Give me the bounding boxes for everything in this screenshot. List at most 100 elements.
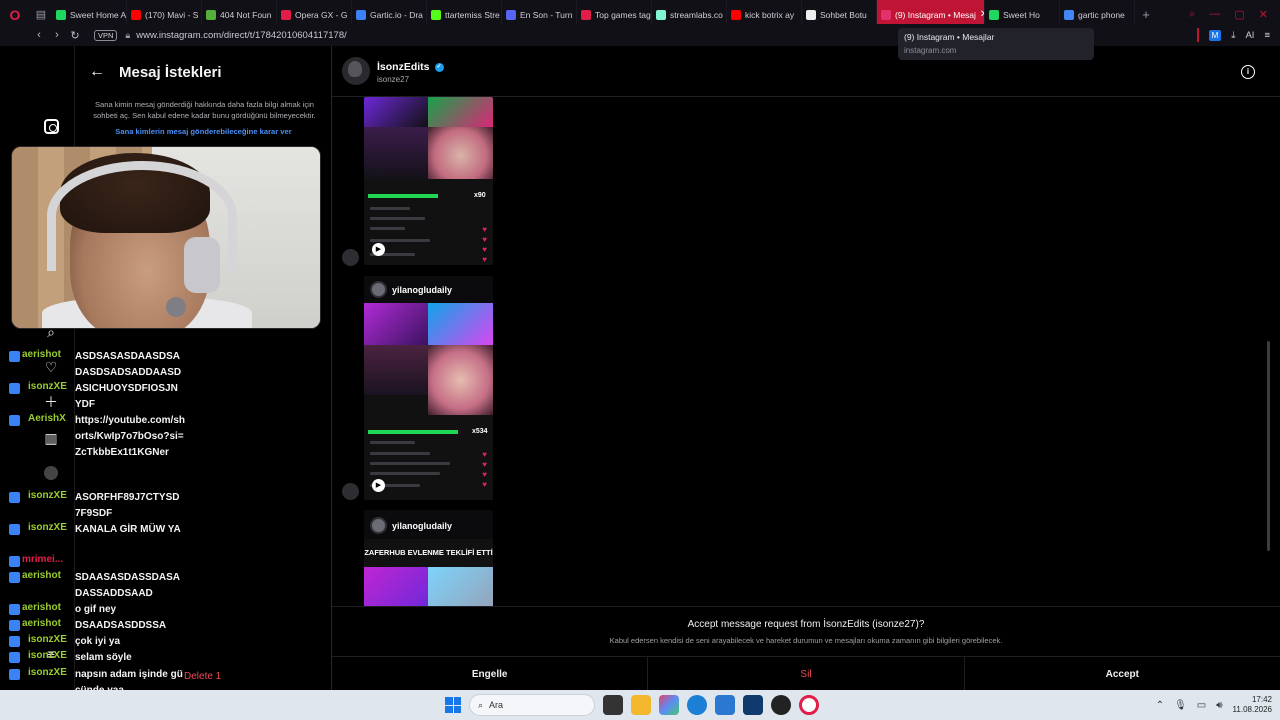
- shared-reel[interactable]: yilanogludaily ZAFERHUB EVLENME TEKLİFİ …: [364, 510, 493, 610]
- vpn-badge[interactable]: VPN: [94, 29, 118, 41]
- search-tabs-icon[interactable]: ⌕: [1189, 8, 1195, 21]
- instagram-logo-icon[interactable]: [44, 119, 59, 134]
- tab-favicon-icon: [506, 9, 516, 20]
- obs-icon[interactable]: [771, 695, 791, 715]
- network-icon[interactable]: ▭: [1197, 700, 1206, 711]
- delete-button[interactable]: Sil: [648, 657, 965, 691]
- chat-username: mrimei...: [22, 554, 64, 565]
- tooltip-domain: instagram.com: [904, 46, 957, 55]
- tab-favicon-icon: [581, 9, 591, 20]
- copilot-icon[interactable]: [659, 695, 679, 715]
- chat-username: aerishot: [22, 618, 61, 629]
- instagram-sidebar: ⌕ ♡ ＋ ▥ ≡: [0, 46, 75, 690]
- chat-username: isonze27: [377, 75, 410, 84]
- chat-badge-icon: [9, 492, 20, 503]
- minimize-icon[interactable]: —: [1209, 8, 1220, 21]
- edge-icon[interactable]: [687, 695, 707, 715]
- taskbar-search[interactable]: ⌕ Ara: [469, 694, 595, 716]
- play-icon[interactable]: ▶: [372, 479, 385, 492]
- reel-author[interactable]: yilanogludaily: [364, 276, 493, 303]
- tab-favicon-icon: [989, 9, 999, 20]
- reload-icon[interactable]: ↻: [66, 29, 84, 42]
- tab-label: (9) Instagram • Mesaj: [895, 9, 976, 20]
- play-icon[interactable]: ▶: [372, 243, 385, 256]
- chat-username: isonzXE: [28, 522, 67, 533]
- tab-label: Gartic.io - Dra: [370, 9, 423, 20]
- requests-title: Mesaj İstekleri: [119, 63, 222, 81]
- reel-author-name: yilanogludaily: [392, 284, 453, 295]
- accept-button[interactable]: Accept: [965, 657, 1280, 691]
- volume-icon[interactable]: 🔊︎: [1216, 700, 1222, 711]
- sender-avatar[interactable]: [342, 249, 359, 266]
- download-icon[interactable]: ⤓: [1231, 30, 1235, 41]
- back-icon[interactable]: ‹: [30, 29, 48, 41]
- tab-label: Top games tag: [595, 9, 651, 20]
- tab-tooltip: (9) Instagram • Mesajlar instagram.com: [898, 28, 1094, 60]
- reaction-hearts-icon: ♥ ♥ ♥ ♥: [482, 225, 487, 264]
- shared-reel[interactable]: x90 ♥ ♥ ♥ ♥ ▶: [364, 97, 493, 265]
- chat-name[interactable]: İsonzEdits: [377, 61, 430, 73]
- chat-panel: İsonzEdits ✓ isonze27 i x90 ♥ ♥ ♥ ♥ ▶ yilan…: [332, 46, 1280, 691]
- accept-title: Accept message request from İsonzEdits (…: [687, 619, 925, 630]
- chat-message: ASDSASASDAASDSA DASDSADSADDAASD: [75, 351, 182, 378]
- ai-button[interactable]: AI: [1245, 30, 1254, 41]
- reel-author-avatar: [370, 281, 387, 298]
- opera-gx-icon[interactable]: [799, 695, 819, 715]
- menu-icon[interactable]: ≡: [1264, 30, 1270, 41]
- clock-time: 17:42: [1251, 695, 1272, 704]
- shared-reel[interactable]: yilanogludaily x534 ♥ ♥ ♥ ♥ ▶: [364, 276, 493, 500]
- requests-settings-link[interactable]: Sana kimlerin mesaj gönderebileceğine ka…: [75, 127, 332, 136]
- tab-label: streamlabs.co: [670, 9, 723, 20]
- reel-author-name: yilanogludaily: [392, 520, 453, 531]
- microphone-icon[interactable]: 🎙︎: [1174, 700, 1187, 711]
- back-arrow-icon[interactable]: ←: [89, 63, 105, 81]
- new-tab-button[interactable]: +: [1135, 7, 1157, 22]
- start-menu-icon[interactable]: [445, 697, 461, 713]
- chat-username: isonzXE: [28, 667, 67, 678]
- chat-badge-icon: [9, 556, 20, 567]
- chat-badge-icon: [9, 620, 20, 631]
- tab-label: Sweet Ho: [1003, 9, 1040, 20]
- file-explorer-icon[interactable]: [631, 695, 651, 715]
- dashboard-icon[interactable]: ▥: [43, 430, 59, 446]
- webcam-overlay: [11, 146, 321, 329]
- close-window-icon[interactable]: ✕: [1259, 8, 1268, 21]
- delete-counter: Delete 1: [184, 671, 222, 682]
- chat-message: selam söyle: [75, 652, 132, 663]
- verified-badge-icon: ✓: [434, 62, 444, 72]
- progress-ribbon: [368, 430, 458, 434]
- requests-description: Sana kimin mesaj gönderdiği hakkında dah…: [93, 100, 316, 120]
- mail-icon[interactable]: [715, 695, 735, 715]
- url-field[interactable]: www.instagram.com/direct/t/1784201060411…: [136, 30, 347, 41]
- tab-favicon-icon: [881, 9, 891, 20]
- notifications-heart-icon[interactable]: ♡: [43, 359, 59, 375]
- tab-favicon-icon: [656, 9, 666, 20]
- chat-username: isonzXE: [28, 650, 67, 661]
- sender-avatar[interactable]: [342, 483, 359, 500]
- maximize-icon[interactable]: ▢: [1234, 8, 1244, 21]
- system-clock[interactable]: 17:42 11.08.2026: [1233, 695, 1272, 715]
- show-hidden-icons-icon[interactable]: ⌃: [1156, 700, 1164, 711]
- chat-badge-icon: [9, 524, 20, 535]
- chat-message: https://youtube.com/shorts/KwIp7o7bOso?s…: [75, 415, 185, 458]
- chat-badge-icon: [9, 572, 20, 583]
- profile-avatar[interactable]: [44, 466, 58, 480]
- reel-counter: x534: [472, 428, 488, 435]
- lock-icon[interactable]: 🔒︎: [125, 30, 130, 41]
- chat-scrollbar[interactable]: [1267, 341, 1270, 551]
- chat-header: İsonzEdits ✓ isonze27 i: [332, 46, 1280, 97]
- reel-author[interactable]: yilanogludaily: [364, 510, 493, 539]
- forward-icon[interactable]: ›: [48, 29, 66, 41]
- chat-username: aerishot: [22, 570, 61, 581]
- chat-avatar[interactable]: [342, 57, 370, 85]
- tab-favicon-icon: [1064, 9, 1074, 20]
- store-icon[interactable]: [743, 695, 763, 715]
- tab-favicon-icon: [806, 9, 816, 20]
- extension-icon[interactable]: M: [1208, 29, 1222, 41]
- conversation-info-icon[interactable]: i: [1241, 65, 1255, 79]
- tab-favicon-icon: [56, 9, 66, 20]
- task-view-icon[interactable]: [603, 695, 623, 715]
- reel-counter: x90: [474, 192, 486, 199]
- block-button[interactable]: Engelle: [332, 657, 649, 691]
- create-plus-icon[interactable]: ＋: [43, 394, 59, 410]
